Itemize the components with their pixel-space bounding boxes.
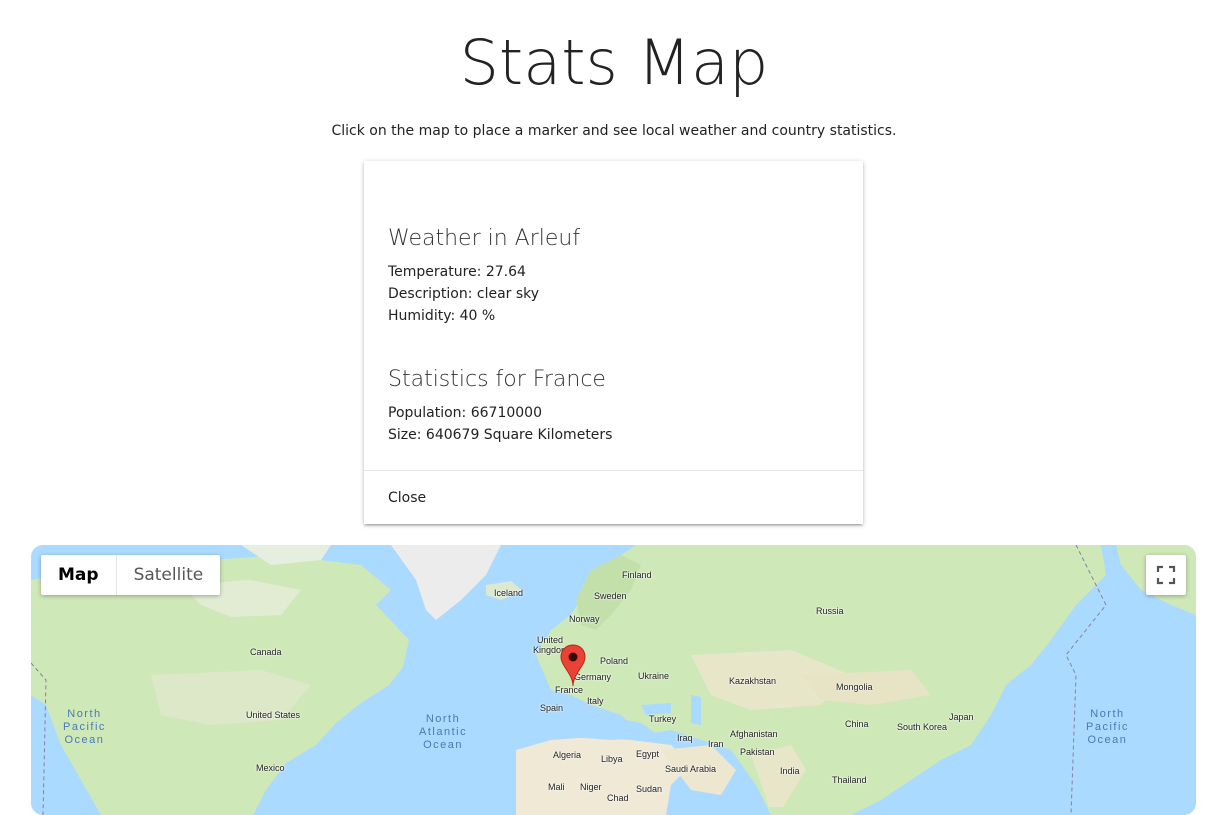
label-kazakhstan: Kazakhstan (729, 676, 777, 686)
label-japan: Japan (949, 712, 974, 722)
weather-title: Weather in Arleuf (388, 226, 581, 251)
label-north-pacific-right: North Pacific Ocean (1086, 708, 1129, 746)
label-russia: Russia (816, 606, 844, 616)
info-card: Weather in Arleuf Temperature: 27.64 Des… (364, 161, 863, 524)
label-thailand: Thailand (832, 775, 867, 785)
location-marker-icon[interactable] (560, 644, 586, 688)
label-afghanistan: Afghanistan (730, 729, 778, 739)
label-china: China (845, 719, 869, 729)
label-pakistan: Pakistan (740, 747, 775, 757)
label-india: India (780, 766, 800, 776)
label-libya: Libya (601, 754, 623, 764)
label-egypt: Egypt (636, 749, 660, 759)
label-iran: Iran (708, 739, 724, 749)
statistics-population: Population: 66710000 (388, 405, 542, 421)
statistics-size: Size: 640679 Square Kilometers (388, 427, 613, 443)
label-iceland: Iceland (494, 588, 524, 598)
close-button[interactable]: Close (388, 487, 426, 509)
label-north-pacific-left: North Pacific Ocean (63, 708, 106, 746)
weather-humidity: Humidity: 40 % (388, 308, 496, 324)
label-saudi-arabia: Saudi Arabia (665, 764, 717, 774)
label-spain: Spain (540, 703, 564, 713)
page-title: Stats Map (459, 26, 769, 99)
world-map[interactable]: Finland Iceland Sweden Norway Russia Uni… (31, 545, 1196, 815)
label-sudan: Sudan (636, 784, 663, 794)
map-type-control: Map Satellite (41, 555, 221, 595)
label-south-korea: South Korea (897, 722, 948, 732)
label-algeria: Algeria (553, 750, 582, 760)
label-ukraine: Ukraine (638, 671, 670, 681)
label-united-states: United States (246, 710, 301, 720)
fullscreen-button[interactable] (1146, 555, 1186, 595)
statistics-title: Statistics for France (388, 367, 606, 392)
label-mongolia: Mongolia (836, 682, 873, 692)
label-italy: Italy (587, 696, 604, 706)
label-finland: Finland (622, 570, 652, 580)
weather-temperature: Temperature: 27.64 (388, 264, 526, 280)
label-mali: Mali (548, 782, 565, 792)
label-poland: Poland (600, 656, 629, 666)
label-turkey: Turkey (649, 714, 677, 724)
label-sweden: Sweden (594, 591, 627, 601)
label-iraq: Iraq (677, 733, 693, 743)
fullscreen-icon (1156, 565, 1176, 585)
map-type-satellite-button[interactable]: Satellite (117, 555, 221, 595)
label-niger: Niger (580, 782, 602, 792)
page-subtitle: Click on the map to place a marker and s… (331, 123, 897, 139)
label-north-atlantic: North Atlantic Ocean (419, 713, 468, 751)
card-divider (364, 470, 863, 471)
weather-description: Description: clear sky (388, 286, 540, 302)
label-norway: Norway (569, 614, 600, 624)
label-mexico: Mexico (256, 763, 285, 773)
label-chad: Chad (607, 793, 629, 803)
map-type-map-button[interactable]: Map (41, 555, 116, 595)
label-canada: Canada (250, 647, 282, 657)
